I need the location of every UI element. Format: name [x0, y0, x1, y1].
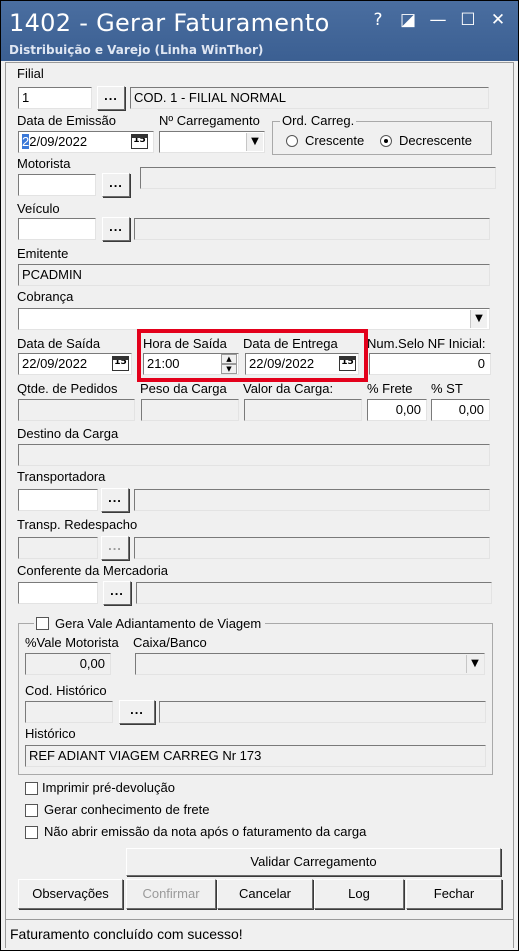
status-bar: Faturamento concluído com sucesso! [6, 919, 513, 948]
data-saida-label: Data de Saída [17, 336, 101, 351]
peso-carga-value [141, 399, 239, 421]
validar-carregamento-button[interactable]: Validar Carregamento [126, 848, 501, 876]
close-icon[interactable]: ✕ [485, 9, 511, 31]
vale-motorista-label: %Vale Motorista [25, 635, 119, 650]
status-text: Faturamento concluído com sucesso! [10, 926, 243, 942]
filial-input[interactable]: 1 [18, 87, 92, 109]
pct-st-input[interactable]: 0,00 [431, 399, 490, 421]
carregamento-label: Nº Carregamento [159, 113, 260, 128]
cod-historico-search-button[interactable]: ... [119, 700, 155, 724]
conferente-label: Conferente da Mercadoria [17, 563, 169, 578]
transp-redespacho-description [134, 537, 490, 559]
motorista-description [140, 167, 496, 189]
data-entrega-calendar-icon[interactable]: 15 [339, 356, 356, 371]
cod-historico-label: Cod. Histórico [25, 683, 107, 698]
ord-crescente-label[interactable]: Crescente [305, 133, 364, 148]
transportadora-input[interactable] [18, 489, 98, 511]
filial-search-button[interactable]: ... [97, 86, 125, 110]
filial-label: Filial [17, 66, 44, 81]
conferente-search-button[interactable]: ... [103, 581, 131, 605]
hora-saida-spinner[interactable]: ▲ ▼ [221, 354, 237, 374]
transp-redespacho-input [18, 537, 98, 559]
qtde-pedidos-label: Qtde. de Pedidos [17, 381, 118, 396]
maximize-icon[interactable]: ☐ [455, 9, 481, 31]
imprimir-checkbox[interactable] [25, 782, 38, 795]
motorista-label: Motorista [17, 156, 71, 171]
vale-checkbox[interactable] [36, 617, 49, 630]
cancelar-button[interactable]: Cancelar [217, 879, 313, 909]
confirmar-button[interactable]: Confirmar [126, 879, 216, 909]
emitente-label: Emitente [17, 246, 69, 261]
gerar-conhecimento-checkbox[interactable] [25, 804, 38, 817]
window-subtitle: Distribuição e Varejo (Linha WinThor) [9, 43, 264, 57]
transp-redespacho-label: Transp. Redespacho [17, 517, 138, 532]
valor-carga-value [244, 399, 362, 421]
restore-icon[interactable]: ◪ [395, 9, 421, 31]
hora-saida-label: Hora de Saída [143, 336, 227, 351]
pct-frete-label: % Frete [367, 381, 413, 396]
nao-abrir-label[interactable]: Não abrir emissão da nota após o faturam… [44, 824, 366, 839]
carregamento-chevron-down-icon[interactable]: ▼ [246, 133, 263, 151]
observacoes-button[interactable]: Observações [18, 879, 123, 909]
peso-carga-label: Peso da Carga [140, 381, 227, 396]
veiculo-label: Veículo [17, 201, 60, 216]
form-body: Filial 1 ... COD. 1 - FILIAL NORMAL Data… [5, 62, 514, 948]
vale-checkbox-text: Gera Vale Adiantamento de Viagem [55, 616, 262, 631]
historico-label: Histórico [25, 726, 76, 741]
ord-carreg-label: Ord. Carreg. [280, 113, 357, 128]
num-selo-label: Num.Selo NF Inicial: [367, 336, 486, 351]
valor-carga-label: Valor da Carga: [243, 381, 334, 396]
veiculo-search-button[interactable]: ... [102, 217, 130, 241]
ord-crescente-radio[interactable] [286, 135, 298, 147]
transportadora-description [134, 489, 490, 511]
fechar-button[interactable]: Fechar [406, 879, 502, 909]
cobranca-label: Cobrança [17, 289, 74, 304]
imprimir-label[interactable]: Imprimir pré-devolução [42, 780, 175, 795]
transportadora-search-button[interactable]: ... [101, 488, 129, 512]
cobranca-chevron-down-icon[interactable]: ▼ [470, 310, 487, 328]
ord-decrescente-label[interactable]: Decrescente [399, 133, 472, 148]
data-emissao-calendar-icon[interactable]: 15 [131, 134, 148, 149]
spin-down-icon[interactable]: ▼ [221, 364, 237, 374]
window-title: 1402 - Gerar Faturamento [9, 9, 330, 37]
qtde-pedidos-value [18, 399, 135, 421]
gerar-conhecimento-label[interactable]: Gerar conhecimento de frete [44, 802, 209, 817]
title-bar[interactable]: 1402 - Gerar Faturamento Distribuição e … [1, 1, 518, 61]
conferente-input[interactable] [18, 582, 98, 604]
window: 1402 - Gerar Faturamento Distribuição e … [0, 0, 519, 951]
veiculo-input[interactable] [18, 218, 96, 240]
transportadora-label: Transportadora [17, 469, 106, 484]
filial-description: COD. 1 - FILIAL NORMAL [130, 87, 489, 109]
num-selo-input[interactable]: 0 [369, 353, 491, 375]
minimize-icon[interactable]: — [425, 9, 451, 31]
pct-st-label: % ST [431, 381, 463, 396]
pct-frete-input[interactable]: 0,00 [367, 399, 427, 421]
transp-redespacho-search-button: ... [101, 536, 129, 560]
caixa-banco-label: Caixa/Banco [133, 635, 207, 650]
data-emissao-label: Data de Emissão [17, 113, 116, 128]
cod-historico-input [25, 701, 113, 723]
ord-decrescente-radio[interactable] [380, 135, 392, 147]
veiculo-description [134, 218, 490, 240]
caixa-banco-chevron-down-icon[interactable]: ▼ [466, 655, 483, 673]
spin-up-icon[interactable]: ▲ [221, 354, 237, 364]
cobranca-combo[interactable] [18, 308, 490, 330]
log-button[interactable]: Log [314, 879, 404, 909]
destino-value [18, 444, 490, 466]
vale-motorista-value: 0,00 [25, 653, 111, 675]
nao-abrir-checkbox[interactable] [25, 826, 38, 839]
data-entrega-label: Data de Entrega [243, 336, 338, 351]
motorista-input[interactable] [18, 174, 96, 196]
data-emissao-value: 2/09/2022 [29, 134, 88, 149]
historico-value: REF ADIANT VIAGEM CARREG Nr 173 [25, 745, 486, 767]
conferente-description [136, 582, 492, 604]
destino-label: Destino da Carga [17, 426, 119, 441]
data-saida-calendar-icon[interactable]: 15 [112, 356, 129, 371]
cod-historico-description [159, 701, 486, 723]
vale-checkbox-label[interactable]: Gera Vale Adiantamento de Viagem [34, 615, 266, 631]
motorista-search-button[interactable]: ... [102, 173, 130, 197]
caixa-banco-combo[interactable] [135, 653, 485, 675]
emitente-value: PCADMIN [18, 264, 490, 286]
help-icon[interactable]: ? [365, 9, 391, 31]
